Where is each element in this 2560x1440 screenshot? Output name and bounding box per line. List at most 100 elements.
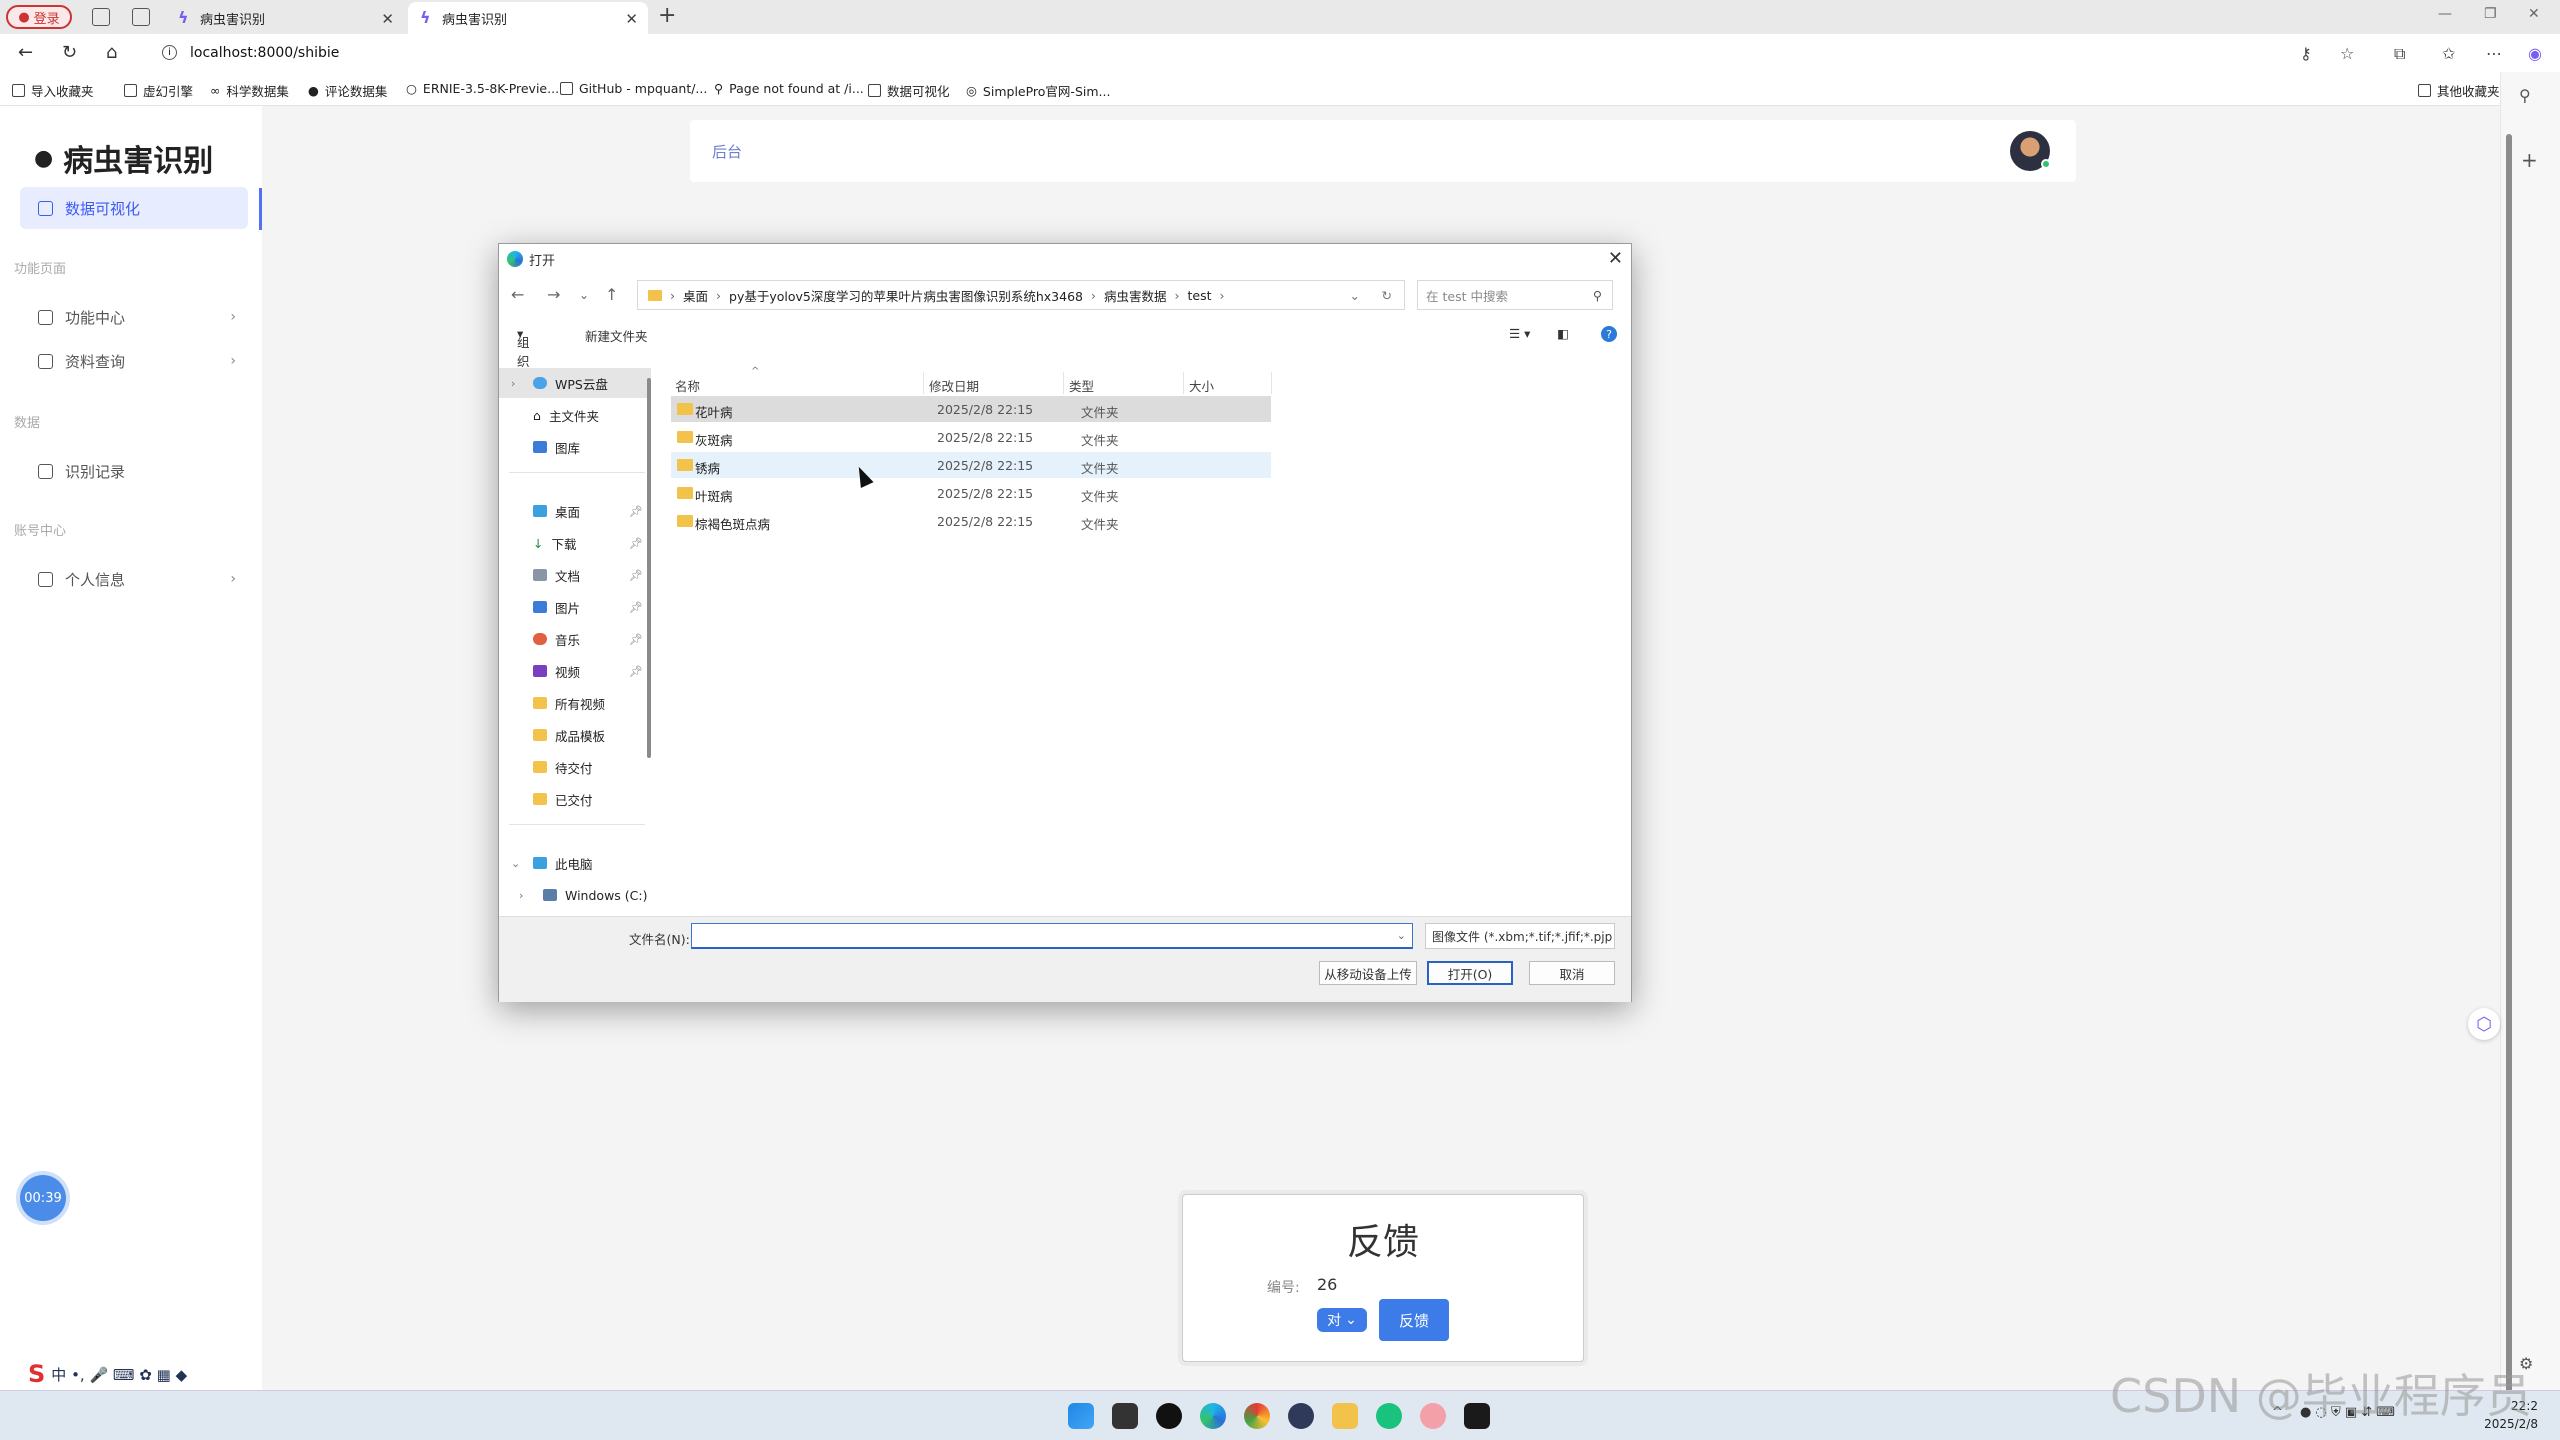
filetype-select[interactable]: 图像文件 (*.xbm;*.tif;*.jfif;*.pjp (1425, 923, 1615, 949)
bookmark-page-not-found[interactable]: ⚲ Page not found at /i... (714, 81, 864, 96)
upload-from-mobile-button[interactable]: 从移动设备上传 (1319, 961, 1417, 985)
page-scrollbar[interactable] (2500, 106, 2512, 1394)
nav-item-all-videos[interactable]: 所有视频 (499, 688, 651, 718)
add-icon[interactable]: + (2521, 148, 2538, 172)
timer-badge[interactable]: 00:39 (20, 1175, 66, 1221)
bookmark-github[interactable]: GitHub - mpquant/... (560, 81, 707, 96)
chevron-down-icon[interactable]: ⌄ (511, 857, 520, 870)
close-window-icon[interactable]: ✕ (2528, 6, 2540, 22)
nav-scrollbar[interactable] (647, 378, 651, 758)
nav-item-this-pc[interactable]: ⌄ 此电脑 (499, 848, 651, 878)
bookmark-unreal[interactable]: 虚幻引擎 (124, 81, 193, 100)
bookmark-science-data[interactable]: ∞ 科学数据集 (210, 81, 289, 100)
search-input[interactable]: 在 test 中搜索 ⚲ (1417, 280, 1613, 310)
qq-icon[interactable] (1420, 1403, 1446, 1429)
nav-item-videos[interactable]: 视频 📌︎ (499, 656, 651, 686)
nav-item-music[interactable]: 音乐 📌︎ (499, 624, 651, 654)
chevron-down-icon[interactable]: ⌄ (1350, 288, 1360, 303)
open-button[interactable]: 打开(O) (1427, 961, 1513, 985)
wechat-icon[interactable] (1376, 1403, 1402, 1429)
key-icon[interactable]: ⚷ (2300, 44, 2312, 63)
forward-icon[interactable]: → (547, 285, 560, 304)
back-icon[interactable]: ← (511, 285, 524, 304)
feedback-button[interactable]: 反馈 (1379, 1299, 1449, 1341)
chrome-icon[interactable] (1244, 1403, 1270, 1429)
column-divider[interactable] (923, 372, 924, 394)
view-options-icon[interactable]: ☰ ▾ (1509, 326, 1530, 341)
site-info-icon[interactable]: i (162, 45, 177, 60)
column-divider[interactable] (1271, 372, 1272, 394)
file-row[interactable]: 花叶病 2025/2/8 22:15 文件夹 (671, 396, 1271, 422)
nav-item-delivered[interactable]: 已交付 (499, 784, 651, 814)
column-type[interactable]: 类型 (1069, 376, 1094, 395)
tab-actions-icon[interactable] (132, 8, 150, 26)
column-name[interactable]: 名称 (675, 376, 700, 395)
pin-icon[interactable]: 📌︎ (629, 633, 643, 646)
new-tab-button[interactable]: + (658, 3, 676, 28)
profile-button[interactable]: ● 登录 (6, 5, 72, 29)
file-row[interactable]: 灰斑病 2025/2/8 22:15 文件夹 (671, 424, 1271, 450)
recent-dropdown-icon[interactable]: ⌄ (579, 288, 589, 302)
favorite-star-icon[interactable]: ☆ (2340, 44, 2354, 63)
search-icon[interactable]: ⚲ (2519, 86, 2531, 105)
filename-input[interactable]: ⌄ (691, 923, 1413, 949)
app-icon[interactable] (1288, 1403, 1314, 1429)
tab-1[interactable]: ϟ 病虫害识别 ✕ (166, 2, 404, 34)
scroll-thumb[interactable] (2506, 134, 2512, 1394)
close-icon[interactable]: ✕ (1608, 248, 1623, 269)
pin-icon[interactable]: 📌︎ (629, 665, 643, 678)
pin-icon[interactable]: 📌︎ (629, 537, 643, 550)
nav-item-gallery[interactable]: 图库 (499, 432, 651, 462)
nav-item-pictures[interactable]: 图片 📌︎ (499, 592, 651, 622)
column-date[interactable]: 修改日期 (929, 376, 979, 395)
breadcrumb[interactable]: 后台 (712, 141, 742, 162)
column-divider[interactable] (1183, 372, 1184, 394)
pin-icon[interactable]: 📌︎ (629, 601, 643, 614)
nav-item-home[interactable]: ⌂ 主文件夹 (499, 400, 651, 430)
nav-item-templates[interactable]: 成品模板 (499, 720, 651, 750)
windows-start-icon[interactable] (1068, 1403, 1094, 1429)
help-icon[interactable]: ? (1601, 326, 1617, 342)
nav-item-downloads[interactable]: ↓ 下载 📌︎ (499, 528, 651, 558)
column-divider[interactable] (1063, 372, 1064, 394)
close-tab-icon[interactable]: ✕ (625, 10, 638, 28)
refresh-icon[interactable]: ↻ (1382, 288, 1392, 303)
bookmark-ernie[interactable]: ○ ERNIE-3.5-8K-Previe... (406, 81, 559, 96)
path-segment[interactable]: test (1188, 288, 1212, 303)
assistant-float-icon[interactable]: ⬡ (2468, 1008, 2500, 1040)
home-icon[interactable]: ⌂ (106, 42, 117, 63)
sidebar-item-records[interactable]: 识别记录 (20, 450, 248, 492)
avatar[interactable] (2010, 131, 2051, 171)
pin-icon[interactable]: 📌︎ (629, 569, 643, 582)
chevron-right-icon[interactable]: › (519, 889, 523, 902)
nav-item-windows-c[interactable]: › Windows (C:) (499, 880, 651, 910)
pycharm-icon[interactable] (1464, 1403, 1490, 1429)
bookmark-review-data[interactable]: ● 评论数据集 (308, 81, 387, 100)
path-segment[interactable]: 病虫害数据 (1104, 286, 1167, 305)
path-segment[interactable]: 桌面 (683, 286, 708, 305)
reload-icon[interactable]: ↻ (62, 42, 77, 63)
nav-item-documents[interactable]: 文档 📌︎ (499, 560, 651, 590)
file-row[interactable]: 棕褐色斑点病 2025/2/8 22:15 文件夹 (671, 508, 1271, 534)
cancel-button[interactable]: 取消 (1529, 961, 1615, 985)
task-view-icon[interactable] (1112, 1403, 1138, 1429)
chevron-down-icon[interactable]: ⌄ (1397, 929, 1406, 942)
ime-toolbar[interactable]: S 中 •, 🎤 ⌨ ✿ ▦ ◆ (28, 1360, 187, 1388)
workspaces-icon[interactable] (92, 8, 110, 26)
tab-2[interactable]: ϟ 病虫害识别 ✕ (408, 2, 648, 34)
bookmark-import[interactable]: 导入收藏夹 (12, 81, 94, 100)
column-size[interactable]: 大小 (1189, 376, 1214, 395)
bookmark-simplepro[interactable]: ◎ SimplePro官网-Sim... (966, 81, 1110, 100)
path-segment[interactable]: py基于yolov5深度学习的苹果叶片病虫害图像识别系统hx3468 (729, 286, 1083, 305)
file-row[interactable]: 锈病 2025/2/8 22:15 文件夹 (671, 452, 1271, 478)
edge-browser-icon[interactable] (1200, 1403, 1226, 1429)
minimize-icon[interactable]: — (2438, 6, 2452, 22)
file-row[interactable]: 叶斑病 2025/2/8 22:15 文件夹 (671, 480, 1271, 506)
path-bar[interactable]: › 桌面 › py基于yolov5深度学习的苹果叶片病虫害图像识别系统hx346… (637, 280, 1405, 310)
restore-icon[interactable]: ❐ (2484, 6, 2497, 22)
nav-item-wps[interactable]: › WPS云盘 (499, 368, 651, 398)
chevron-right-icon[interactable]: › (511, 377, 515, 390)
organize-button[interactable]: 组织 ▾ (517, 326, 530, 369)
security-app-icon[interactable] (1156, 1403, 1182, 1429)
sidebar-item-docs[interactable]: 资料查询 › (20, 340, 248, 382)
